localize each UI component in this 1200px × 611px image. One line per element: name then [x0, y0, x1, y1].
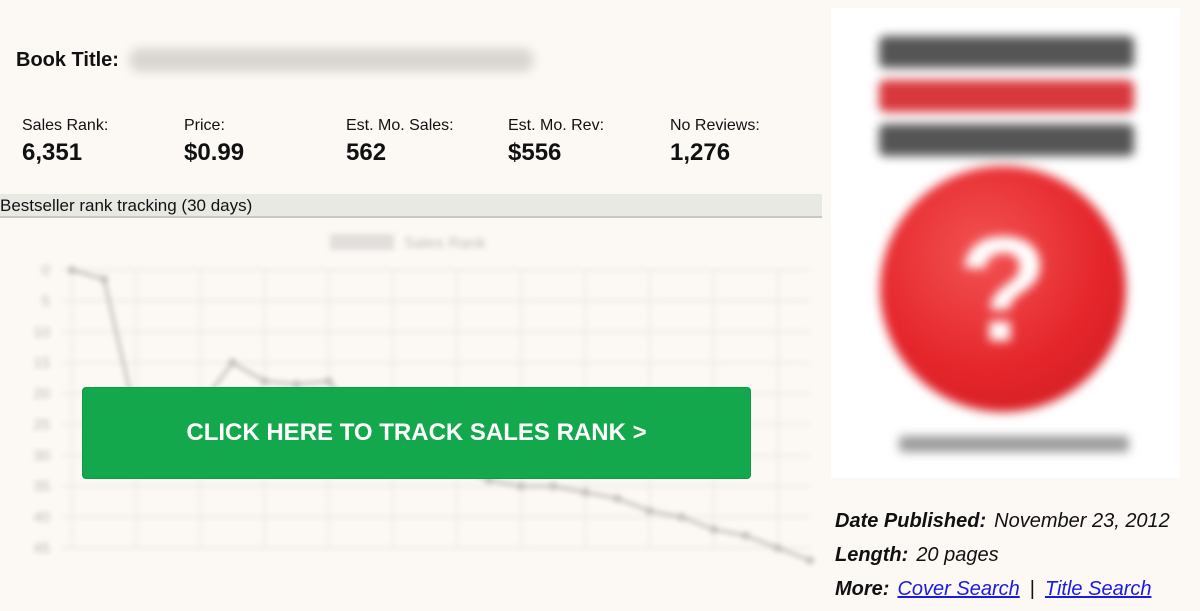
data-point [741, 531, 750, 540]
book-title-label: Book Title: [16, 48, 119, 71]
stat-label: Price: [184, 117, 225, 134]
data-point [260, 377, 269, 386]
y-tick-label: 15 [33, 355, 50, 372]
length-label: Length: [835, 544, 909, 566]
book-title-row: Book Title: [16, 48, 534, 72]
chart-section-header: Bestseller rank tracking (30 days) [0, 194, 822, 218]
question-mark-icon: ? [957, 205, 1049, 373]
data-point [806, 556, 814, 565]
data-point [517, 482, 526, 491]
more-row: More: Cover Search | Title Search [835, 572, 1170, 606]
cover-title-line [879, 124, 1134, 156]
data-point [709, 525, 718, 534]
stat-value: 562 [346, 139, 387, 166]
legend-label: Sales Rank [404, 235, 487, 252]
date-published-label: Date Published: [835, 510, 987, 532]
track-sales-rank-button[interactable]: CLICK HERE TO TRACK SALES RANK > [82, 387, 751, 479]
y-tick-label: 5 [42, 293, 50, 310]
stat-value: $556 [508, 139, 562, 166]
data-point [100, 275, 109, 284]
data-point [645, 506, 654, 515]
y-tick-label: 40 [33, 509, 50, 526]
stat-value: 1,276 [670, 139, 731, 166]
data-point [773, 544, 782, 552]
data-point [581, 488, 590, 497]
book-cover-image: ? [831, 8, 1180, 478]
y-tick-label: 25 [33, 416, 50, 433]
book-details: Date Published: November 23, 2012 Length:… [835, 504, 1170, 606]
y-tick-label: 20 [33, 386, 50, 403]
legend-swatch [330, 234, 394, 250]
length-value: 20 pages [916, 544, 999, 566]
stat-label: Est. Mo. Sales: [346, 117, 454, 134]
stat-sales-rank: Sales Rank: 6,351 [22, 117, 184, 167]
stat-price: Price: $0.99 [184, 117, 346, 167]
y-tick-label: 35 [33, 478, 50, 495]
cover-title-line [879, 80, 1134, 112]
stat-value: 6,351 [22, 139, 83, 166]
stats-row: Sales Rank: 6,351 Price: $0.99 Est. Mo. … [22, 117, 832, 167]
stat-no-reviews: No Reviews: 1,276 [670, 117, 832, 167]
stat-label: Est. Mo. Rev: [508, 117, 605, 134]
data-point [324, 377, 333, 386]
y-tick-label: 45 [33, 540, 50, 557]
data-point [613, 494, 622, 503]
cover-search-link[interactable]: Cover Search [897, 578, 1019, 600]
length-row: Length: 20 pages [835, 538, 1170, 572]
data-point [228, 358, 237, 367]
cover-author-line [899, 436, 1129, 452]
y-tick-label: 0 [42, 262, 50, 279]
stat-est-mo-sales: Est. Mo. Sales: 562 [346, 117, 508, 167]
stat-label: No Reviews: [670, 117, 760, 134]
stat-label: Sales Rank: [22, 117, 109, 134]
title-search-link[interactable]: Title Search [1045, 578, 1152, 600]
stat-est-mo-rev: Est. Mo. Rev: $556 [508, 117, 670, 167]
data-point [549, 482, 558, 491]
data-point [68, 266, 76, 274]
more-label: More: [835, 578, 890, 600]
stat-value: $0.99 [184, 139, 245, 166]
link-separator: | [1029, 578, 1035, 600]
date-published-value: November 23, 2012 [994, 510, 1170, 532]
y-tick-label: 10 [33, 324, 50, 341]
date-published-row: Date Published: November 23, 2012 [835, 504, 1170, 538]
cover-title-line [879, 36, 1134, 68]
y-tick-label: 30 [33, 447, 50, 464]
blurred-book-title [128, 48, 534, 72]
data-point [677, 513, 686, 522]
